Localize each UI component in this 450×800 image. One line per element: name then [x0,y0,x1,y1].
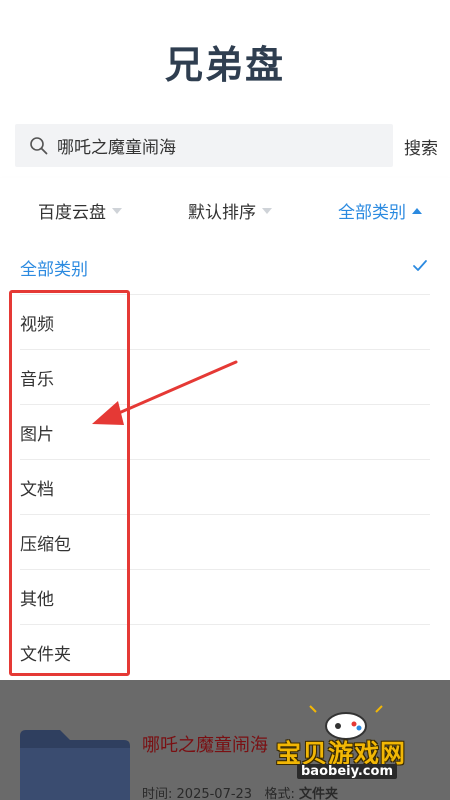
search-icon [30,136,48,154]
filter-sort-tab[interactable]: 默认排序 [188,198,272,223]
category-option-label: 全部类别 [20,259,88,280]
filter-bar: 百度云盘 默认排序 全部类别 [0,178,450,240]
folder-icon [20,730,130,800]
watermark-sub: baobeiy.com [297,764,397,779]
check-icon [413,260,427,271]
search-input[interactable] [57,135,377,156]
result-file-name[interactable]: 哪吒之魔童闹海 [142,731,268,757]
chevron-up-icon [412,207,422,214]
filter-category-tab[interactable]: 全部类别 [338,198,422,223]
search-button[interactable]: 搜索 [404,134,438,159]
filter-source-label: 百度云盘 [38,203,106,223]
annotation-highlight-box [9,290,130,676]
app-title: 兄弟盘 [164,43,285,87]
meta-time-label: 时间: [142,787,173,800]
chevron-down-icon [112,207,122,214]
search-box[interactable] [15,124,393,167]
category-option-all[interactable]: 全部类别 [20,240,430,295]
filter-source-tab[interactable]: 百度云盘 [38,198,122,223]
filter-sort-label: 默认排序 [188,203,256,223]
meta-time-value: 2025-07-23 [176,787,253,800]
chevron-down-icon [262,207,272,214]
filter-category-label: 全部类别 [338,203,406,223]
